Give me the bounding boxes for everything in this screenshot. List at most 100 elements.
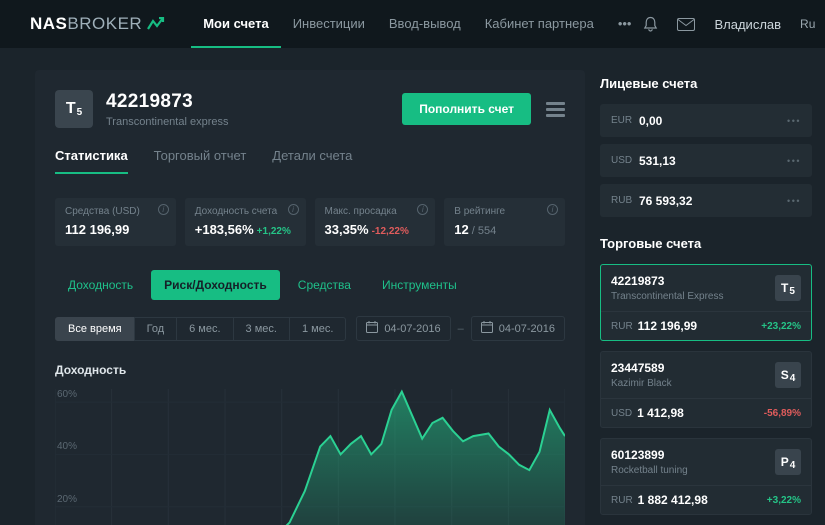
stat-label: Макс. просадка [324,206,397,217]
account-card-top: 23447589 Kazimir Black S4 [601,352,811,398]
account-name: Transcontinental Express [611,291,724,302]
tab-statistics[interactable]: Статистика [55,148,128,174]
wallet-balance: 76 593,32 [639,193,693,208]
user-menu[interactable]: Владислав [714,17,781,32]
range-all-time[interactable]: Все время [55,316,135,341]
wallet-balance: 0,00 [639,113,663,128]
nav-item-partner-cabinet[interactable]: Кабинет партнера [473,0,606,48]
account-type-badge: P4 [775,449,801,475]
info-icon[interactable]: i [417,204,429,215]
account-currency: USD [611,407,633,419]
range-year[interactable]: Год [133,316,178,341]
account-type-badge: S4 [775,362,801,388]
account-name: Kazimir Black [611,378,672,389]
tab-account-details[interactable]: Детали счета [272,148,352,174]
stat-value: 112 196,99 [65,222,130,237]
date-to-field[interactable]: 04-07-2016 [470,316,565,341]
account-currency: RUR [611,320,633,332]
stat-funds: Средства (USD) 112 196,99 i [55,198,176,246]
performance-chart: 60% 40% 20% [55,389,565,525]
nav-item-investments[interactable]: Инвестиции [281,0,377,48]
account-delta: +23,22% [761,320,801,332]
stat-max-drawdown: Макс. просадка 33,35% -12,22% i [314,198,436,246]
wallet-row-usd[interactable]: USD 531,13 ••• [600,144,812,177]
account-delta: +3,22% [766,494,801,506]
subtab-risk-profitability[interactable]: Риск/Доходность [151,270,280,300]
info-icon[interactable]: i [157,204,169,215]
messages-envelope-icon[interactable] [677,17,696,31]
account-card-top: 60123899 Rocketball tuning P4 [601,439,811,485]
badge-number: 5 [76,106,83,118]
wallet-row-eur[interactable]: EUR 0,00 ••• [600,104,812,137]
date-range-picker: 04-07-2016 – 04-07-2016 [356,316,565,341]
nav-item-my-accounts[interactable]: Мои счета [191,0,281,48]
account-delta: -56,89% [763,407,801,419]
account-currency: RUR [611,494,633,506]
info-icon[interactable]: i [547,204,558,215]
wallet-menu-icon[interactable]: ••• [787,196,801,206]
wallets-title: Лицевые счета [600,76,698,91]
performance-chart-svg [55,389,565,525]
calendar-icon [480,321,493,336]
account-card-top: 42219873 Transcontinental Express T5 [601,265,811,311]
page-layout: T5 42219873 Transcontinental express Поп… [0,48,825,525]
period-filter-row: Все время Год 6 мес. 3 мес. 1 мес. 04-07… [55,316,565,341]
subtab-profitability[interactable]: Доходность [55,270,146,300]
date-from-field[interactable]: 04-07-2016 [356,316,451,341]
account-balance: 1 882 412,98 [637,493,708,507]
account-type-badge: T5 [55,90,93,128]
account-number: 60123899 [611,448,665,462]
badge-letter: T [65,100,76,117]
date-from-value: 04-07-2016 [384,322,441,335]
account-menu-icon[interactable] [546,101,565,117]
stat-delta: -12,22% [371,226,409,237]
account-number: 42219873 [611,274,665,288]
brand-logo[interactable]: NAS BROKER [30,14,165,34]
stat-label: Доходность счета [194,206,278,217]
date-separator: – [457,322,464,335]
main-content: T5 42219873 Transcontinental express Поп… [35,70,585,525]
range-1-month[interactable]: 1 мес. [288,316,347,341]
wallet-row-rub[interactable]: RUB 76 593,32 ••• [600,184,812,217]
wallet-currency: USD [611,155,633,166]
range-segmented-control: Все время Год 6 мес. 3 мес. 1 мес. [55,316,347,341]
account-titles: 42219873 Transcontinental express [106,91,229,128]
range-6-months[interactable]: 6 мес. [176,316,234,341]
stat-delta: +1,22% [256,226,291,237]
main-nav: Мои счета Инвестиции Ввод-вывод Кабинет … [191,0,643,48]
subtab-funds[interactable]: Средства [285,270,364,300]
trading-account-card-3[interactable]: 60123899 Rocketball tuning P4 RUR 1 882 … [600,438,812,515]
y-tick-40: 40% [57,441,78,453]
wallet-menu-icon[interactable]: ••• [787,116,801,126]
info-icon[interactable]: i [287,204,299,215]
tab-trading-report[interactable]: Торговый отчет [154,148,247,174]
account-header: T5 42219873 Transcontinental express Поп… [55,90,565,128]
trading-account-card-2[interactable]: 23447589 Kazimir Black S4 USD 1 412,98 -… [600,351,812,428]
nav-item-deposit-withdraw[interactable]: Ввод-вывод [377,0,473,48]
account-tabs: Статистика Торговый отчет Детали счета [55,148,565,174]
chart-subtabs: Доходность Риск/Доходность Средства Инст… [55,270,565,300]
stat-value: +183,56% +1,22% [194,222,291,237]
logo-text-light: BROKER [67,14,143,33]
chart-title: Доходность [55,363,127,377]
account-number: 23447589 [611,361,665,375]
nav-item-more[interactable]: ••• [606,0,644,48]
wallet-menu-icon[interactable]: ••• [787,156,801,166]
account-name: Rocketball tuning [611,465,688,476]
notifications-bell-icon[interactable] [643,16,658,32]
subtab-instruments[interactable]: Инструменты [369,270,470,300]
stat-suffix: / 554 [471,225,497,237]
topup-account-button[interactable]: Пополнить счет [402,93,531,125]
top-navbar: NAS BROKER Мои счета Инвестиции Ввод-выво… [0,0,825,48]
accounts-sidebar: Лицевые счета EUR 0,00 ••• USD 531,13 ••… [600,70,812,525]
range-3-months[interactable]: 3 мес. [232,316,290,341]
logo-chart-arrow-icon [147,17,165,31]
y-tick-60: 60% [57,389,78,401]
stats-row: Средства (USD) 112 196,99 i Доходность с… [55,198,565,246]
stat-value: 33,35% -12,22% [324,222,409,237]
trading-account-card-1[interactable]: 42219873 Transcontinental Express T5 RUR… [600,264,812,341]
navbar-right: Владислав Ru [643,16,815,32]
language-switcher[interactable]: Ru [800,17,815,31]
stat-rating: В рейтинге 12/ 554 i [444,198,565,246]
date-to-value: 04-07-2016 [498,322,555,335]
